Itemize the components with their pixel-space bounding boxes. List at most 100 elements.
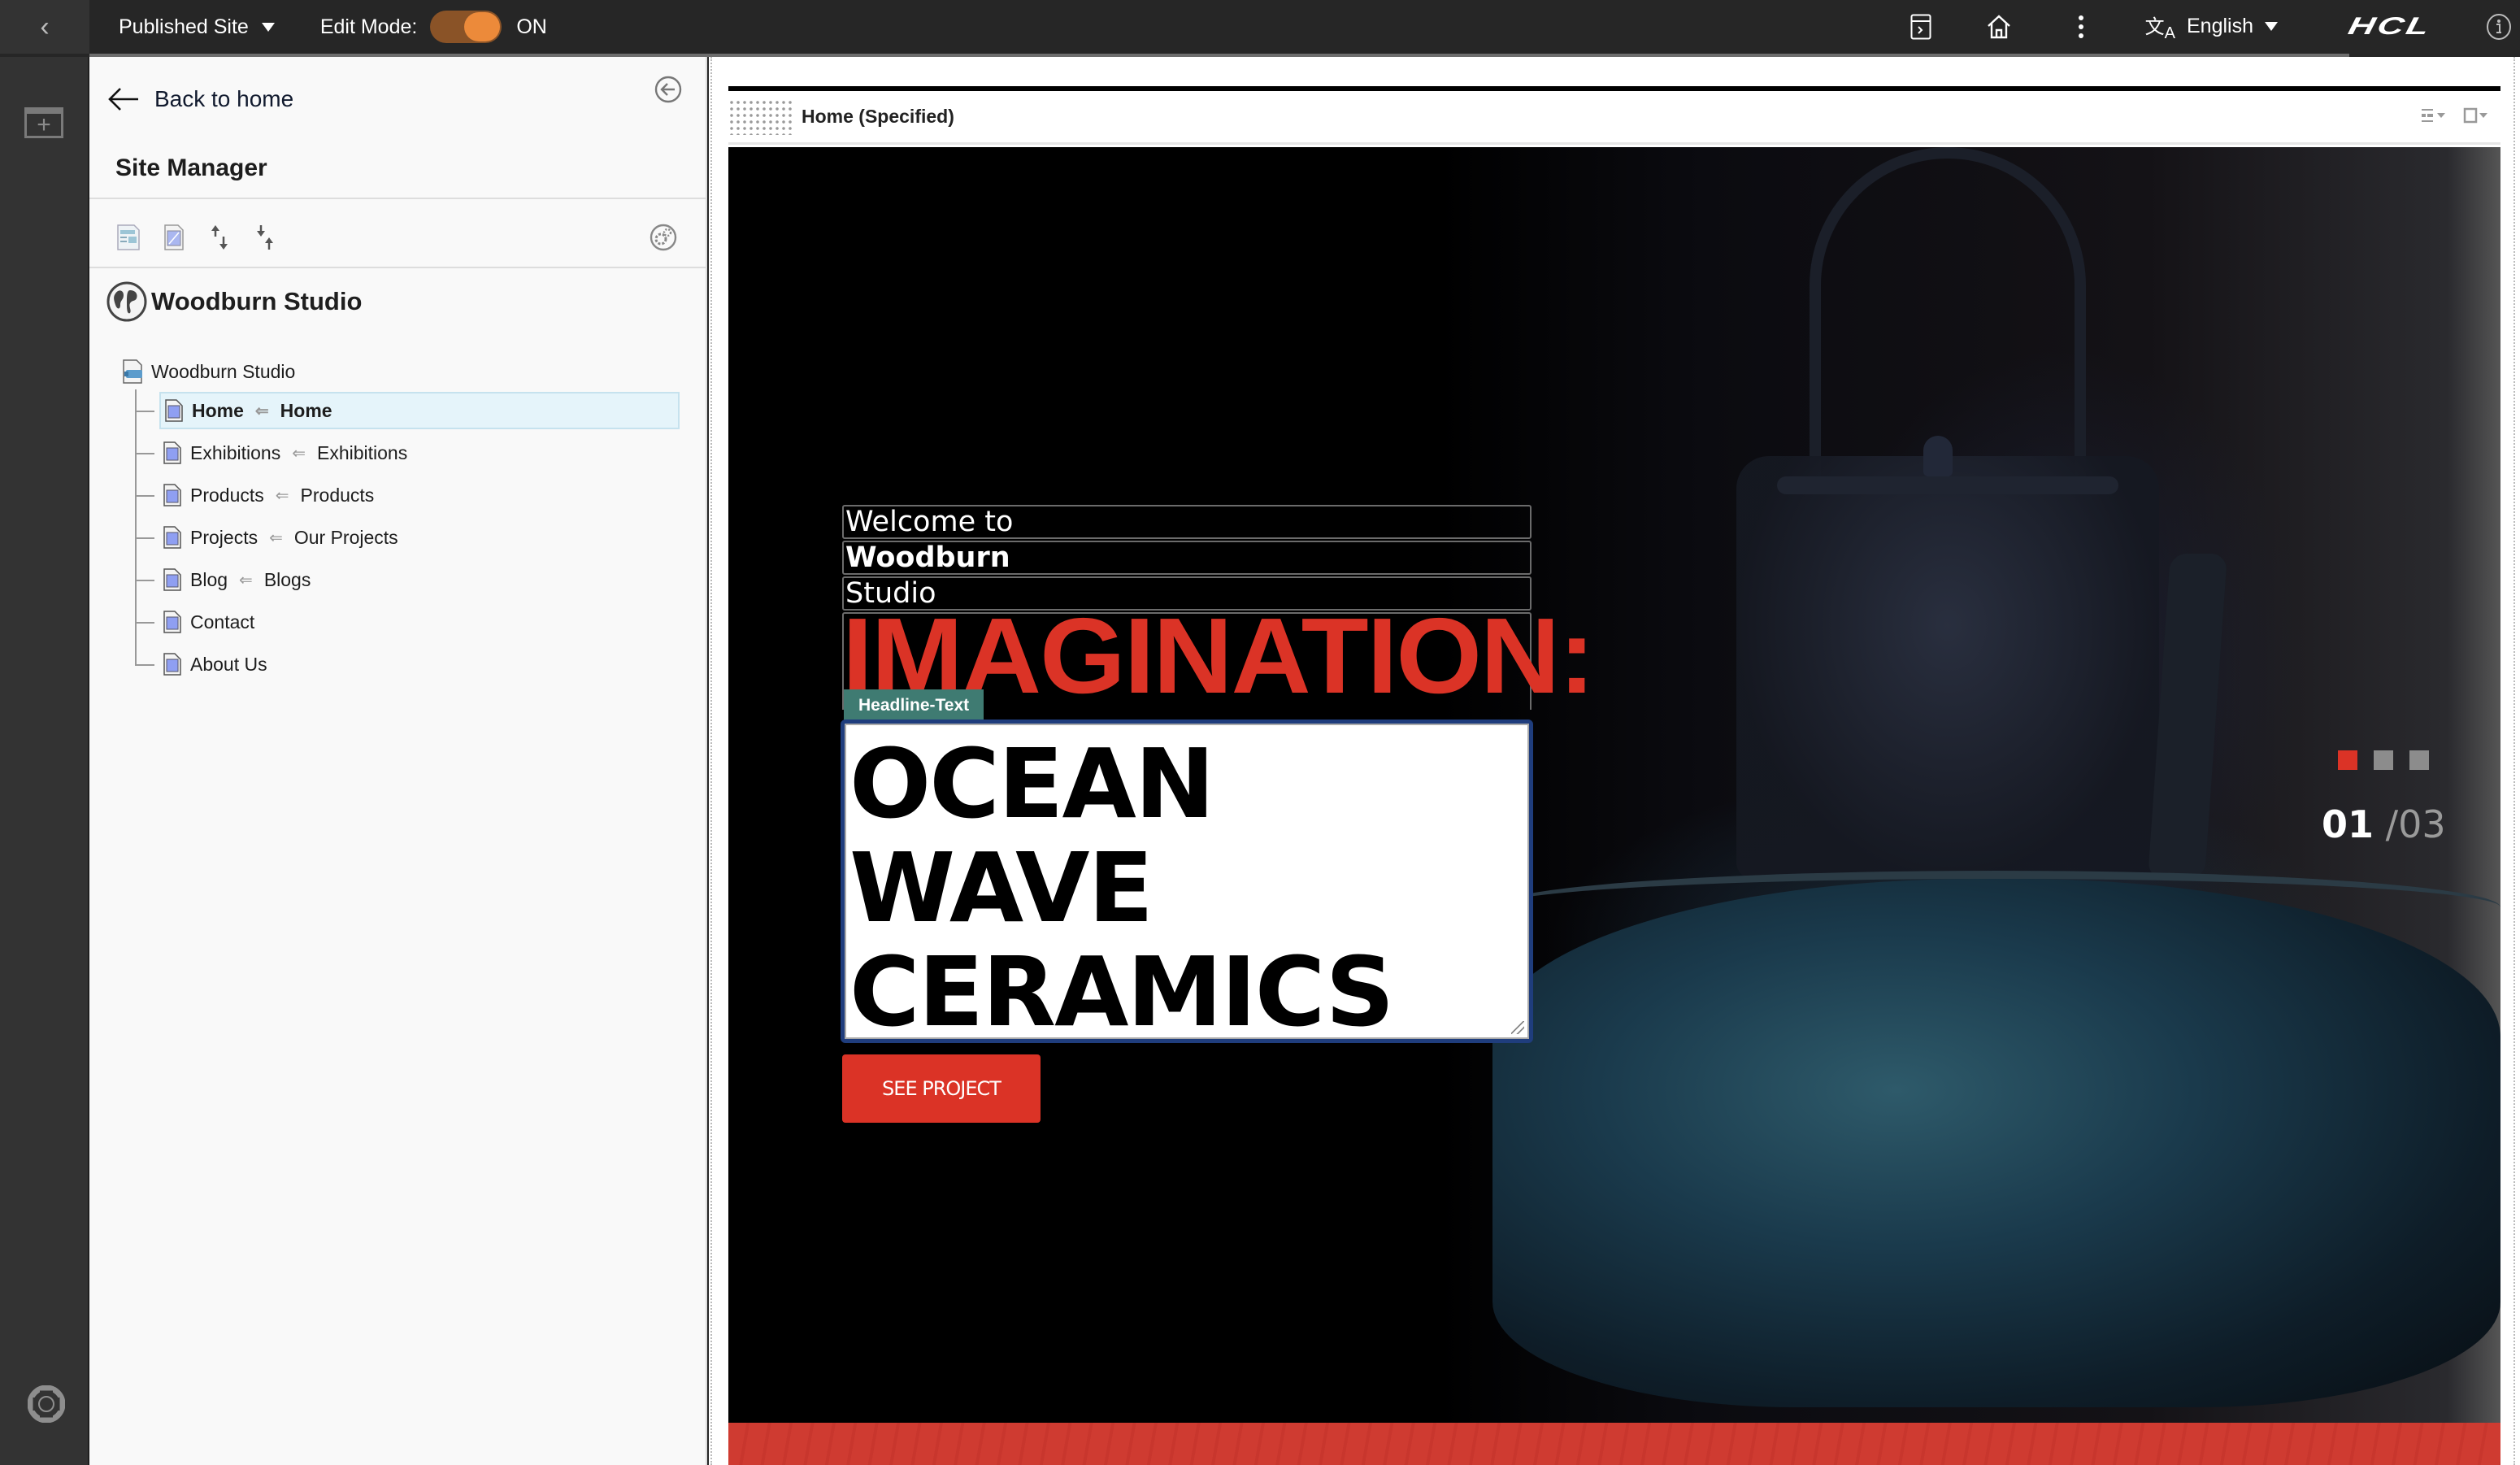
site-name: Woodburn Studio [151,287,363,315]
headline-text[interactable]: OCEAN WAVE CERAMICS [849,732,1394,1037]
tree-item-blog[interactable]: Blog ⇐ Blogs [135,559,691,601]
collapse-all-button[interactable] [252,223,278,252]
tree-item-label: Blog [190,568,228,590]
collapse-rail-button[interactable]: ‹ [0,0,89,54]
home-icon [1987,15,2010,39]
side-panel-icon [1910,14,1931,40]
tree-connector [135,580,154,581]
slide-separator: / [2385,802,2399,846]
help-button[interactable] [27,1385,66,1427]
tree-root[interactable]: Woodburn Studio [122,354,691,389]
tree-node[interactable]: Exhibitions ⇐ Exhibitions [159,434,414,472]
mapped-arrow-icon: ⇐ [269,528,283,547]
site-manager-panel: Back to home Site Manager Woodburn Studi… [89,57,707,1465]
page-icon [163,611,181,633]
gears-icon [650,224,677,251]
page-component-frame: Home (Specified) Welcome to Woodburn Stu… [728,86,2500,1465]
site-settings-button[interactable] [649,223,678,256]
teapot-lid [1777,476,2118,494]
top-bar: ‹ Published Site Edit Mode: ON 文A Englis… [0,0,2520,54]
toggle-knob [464,12,501,41]
carousel-dot-1[interactable] [2338,750,2357,770]
toggle-panel-button[interactable] [1905,14,1937,40]
bowl-rim [1492,871,2500,944]
hero-carousel: Welcome to Woodburn Studio IMAGINATION: … [728,147,2500,1423]
frame-menu-button[interactable] [2463,107,2491,124]
edit-mode-toggle[interactable] [430,11,502,43]
chevron-left-icon: ‹ [40,11,50,42]
teapot-handle [1810,147,2086,480]
tree-node[interactable]: Blog ⇐ Blogs [159,561,317,598]
tree-children: Home ⇐ Home Exhibitions ⇐ Exhibitions Products… [135,389,691,685]
tree-root-label: Woodburn Studio [151,360,296,382]
home-button[interactable] [1983,14,2015,40]
drag-handle[interactable] [728,98,792,135]
welcome-text-field[interactable]: Welcome to [842,505,1532,539]
tree-item-contact[interactable]: Contact [135,601,691,643]
page-icon [165,399,183,422]
tree-node[interactable]: About Us [159,646,274,683]
tree-node[interactable]: Home ⇐ Home [159,392,680,429]
carousel-dot-2[interactable] [2374,750,2393,770]
tree-item-target: Our Projects [293,526,398,548]
tree-connector [135,664,154,666]
page-icon [163,484,181,506]
layout-list-icon [2422,109,2445,122]
add-page-button[interactable]: + [24,107,63,138]
collapse-panel-button[interactable] [654,75,683,108]
tree-toolbar [115,223,278,252]
headline-textarea[interactable]: OCEAN WAVE CERAMICS [845,724,1529,1039]
carousel-dot-3[interactable] [2409,750,2429,770]
tree-node[interactable]: Projects ⇐ Our Projects [159,519,405,556]
collapse-arrows-icon [257,225,273,250]
tree-node[interactable]: Contact [159,603,261,641]
tree-item-products[interactable]: Products ⇐ Products [135,474,691,516]
mapped-arrow-icon: ⇐ [292,444,306,463]
tree-item-home[interactable]: Home ⇐ Home [135,389,691,432]
tree-item-label: Contact [190,611,255,633]
info-button[interactable] [2484,13,2513,41]
tree-item-about-us[interactable]: About Us [135,643,691,685]
edit-mode-state: ON [516,15,547,38]
slide-total: 03 [2398,802,2446,846]
window-menu-icon [2463,107,2487,124]
headline-editor[interactable]: OCEAN WAVE CERAMICS [841,719,1533,1043]
back-to-home-link[interactable]: Back to home [107,86,293,112]
tree-item-target: Products [300,484,375,506]
tree-item-label: Home [192,399,244,421]
mapped-arrow-icon: ⇐ [254,402,269,420]
see-project-button[interactable]: SEE PROJECT [842,1054,1041,1123]
brand-text: HCL [2345,13,2435,40]
studio-name-bold-field[interactable]: Woodburn [842,541,1532,575]
tree-item-exhibitions[interactable]: Exhibitions ⇐ Exhibitions [135,432,691,474]
left-rail: + [0,57,89,1465]
site-header: Woodburn Studio [106,280,362,323]
globe-icon [106,281,147,322]
more-options-button[interactable] [2069,15,2093,39]
tree-node[interactable]: Products ⇐ Products [159,476,380,514]
language-dropdown[interactable]: 文A English [2145,11,2278,43]
edit-page-button[interactable] [161,223,187,252]
red-section-band [728,1423,2500,1465]
mapped-arrow-icon: ⇐ [239,571,253,589]
expand-arrows-icon [211,225,228,250]
tree-item-projects[interactable]: Projects ⇐ Our Projects [135,516,691,559]
ceramic-bowl [1492,879,2500,1407]
caret-down-icon [2265,22,2278,32]
new-page-button[interactable] [115,223,141,252]
resize-handle[interactable] [1511,1021,1524,1034]
back-to-home-label: Back to home [154,86,294,111]
slide-current: 01 [2322,802,2374,846]
site-select-dropdown[interactable]: Published Site [119,15,275,39]
circle-arrow-left-icon [654,76,682,103]
layout-menu-button[interactable] [2421,107,2448,124]
info-icon [2487,14,2511,40]
expand-all-button[interactable] [206,223,232,252]
site-tree: Woodburn Studio Home ⇐ Home Exhibitions ⇐ Exh… [122,354,691,685]
page-edit-icon [164,224,184,250]
tree-connector [135,495,154,497]
kebab-menu-icon [2078,15,2083,38]
top-bar-actions: 文A English HCL [1905,0,2520,54]
tree-connector [135,622,154,624]
page-icon [163,526,181,549]
